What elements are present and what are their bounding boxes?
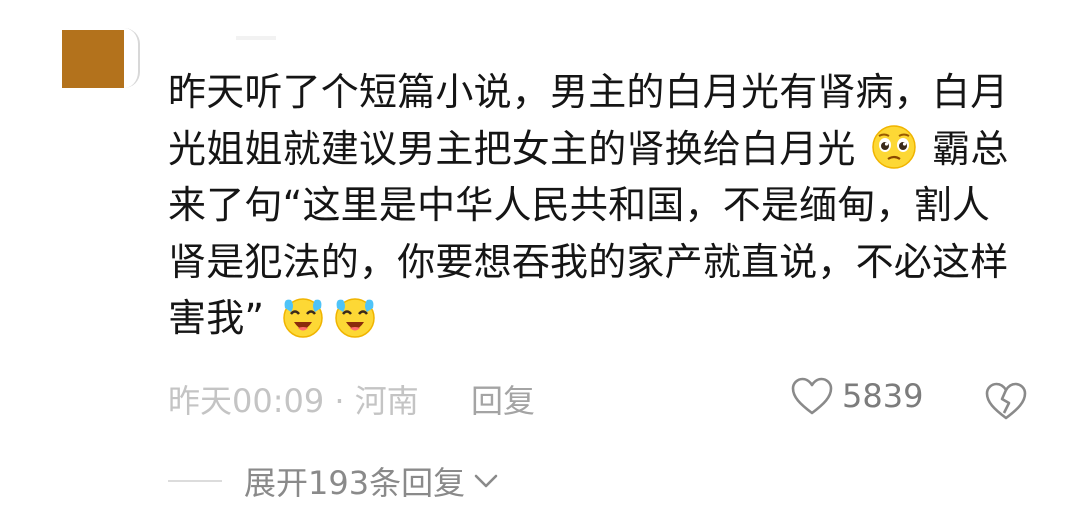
chevron-down-icon (474, 474, 498, 488)
avatar-border (124, 28, 140, 88)
comment-line-1: 昨天听了个短篇小说，男主的白月光有肾病，白月 (168, 70, 1009, 114)
comment-line: 光姐姐就建议男主把女主的肾换给白月光 霸总 (168, 121, 1048, 178)
comment-line: 昨天听了个短篇小说，男主的白月光有肾病，白月 (168, 64, 1048, 121)
pleading-face-icon (872, 124, 916, 169)
crying-laugh-icon (334, 298, 375, 338)
expand-replies-label: 展开193条回复 (244, 464, 466, 502)
comment-line: 来了句“这里是中华人民共和国，不是缅甸，割人 (168, 177, 1048, 234)
comment-line: 肾是犯法的，你要想吞我的家产就直说，不必这样 (168, 234, 1048, 291)
comment-line: 害我” (168, 290, 1048, 347)
comment-meta: 昨天00:09 · 河南 回复 (168, 376, 535, 422)
comment-line-5: 害我” (168, 296, 265, 340)
expand-replies-button[interactable]: 展开193条回复 (168, 458, 499, 504)
comment-line-3: 来了句“这里是中华人民共和国，不是缅甸，割人 (168, 183, 991, 227)
heart-icon (791, 377, 833, 415)
divider-line (168, 480, 222, 482)
meta-separator: · (324, 382, 355, 420)
timestamp: 昨天00:09 (168, 382, 325, 420)
broken-heart-icon[interactable] (984, 380, 1028, 422)
comment-line-4: 肾是犯法的，你要想吞我的家产就直说，不必这样 (168, 239, 1009, 284)
like-count: 5839 (842, 377, 924, 415)
like-button[interactable]: 5839 (790, 376, 923, 416)
comment-line-2-end: 霸总 (932, 126, 1009, 171)
comment-text: 昨天听了个短篇小说，男主的白月光有肾病，白月 光姐姐就建议男主把女主的肾换给白月… (168, 64, 1048, 347)
avatar[interactable] (62, 30, 124, 88)
comment-line-2: 光姐姐就建议男主把女主的肾换给白月光 (168, 126, 856, 171)
username-placeholder (236, 36, 276, 40)
crying-laugh-icon (282, 298, 323, 338)
reply-button[interactable]: 回复 (471, 382, 535, 420)
location: 河南 (354, 382, 419, 420)
